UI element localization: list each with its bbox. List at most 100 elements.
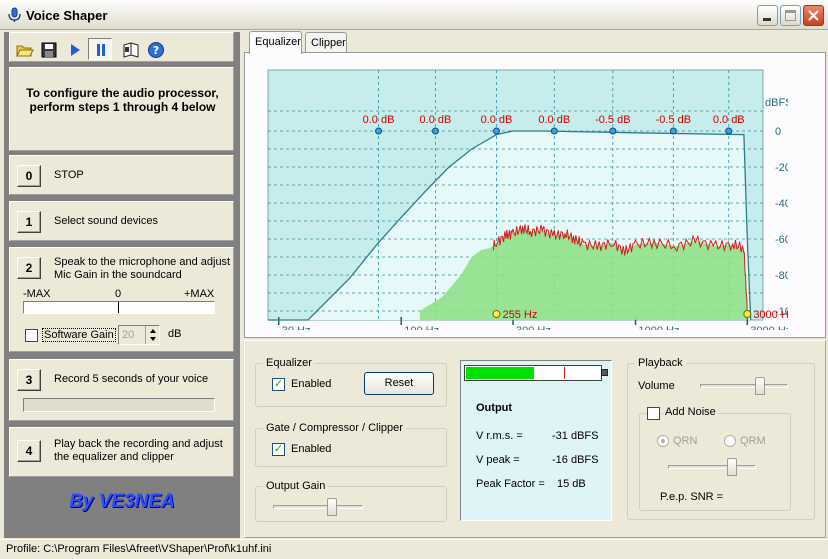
maximize-button[interactable] bbox=[780, 5, 801, 26]
book-icon[interactable] bbox=[122, 41, 140, 59]
left-panel: ? To configure the audio processor, perf… bbox=[4, 32, 240, 538]
software-gain-value: 20 bbox=[122, 329, 135, 341]
pause-button[interactable] bbox=[88, 38, 112, 60]
equalizer-group: Equalizer ✓ Enabled Reset bbox=[255, 357, 447, 407]
gate-group-title: Gate / Compressor / Clipper bbox=[263, 422, 406, 434]
output-level-meter bbox=[464, 365, 602, 381]
toolbar: ? bbox=[9, 32, 234, 62]
step-4-panel: 4 Play back the recording and adjust the… bbox=[9, 427, 234, 477]
step-2-label: Speak to the microphone and adjust Mic G… bbox=[54, 256, 231, 281]
x-tick-label: 3000 Hz bbox=[750, 325, 788, 330]
step-3-panel: 3 Record 5 seconds of your voice bbox=[9, 359, 234, 421]
select-devices-button[interactable]: 1 bbox=[17, 211, 41, 233]
output-level-fill bbox=[466, 367, 534, 379]
x-tick-label: 30 Hz bbox=[282, 325, 311, 330]
qrm-label: QRM bbox=[740, 435, 766, 447]
noise-level-slider[interactable] bbox=[727, 458, 737, 476]
gate-enabled-checkbox[interactable]: ✓ bbox=[272, 443, 285, 456]
bottom-panel: Equalizer ✓ Enabled Reset Gate / Compres… bbox=[244, 340, 826, 538]
window-title: Voice Shaper bbox=[26, 8, 108, 23]
save-disk-icon[interactable] bbox=[40, 41, 58, 59]
profile-path: Profile: C:\Program Files\Afreet\VShaper… bbox=[6, 543, 272, 555]
output-peak-marker bbox=[564, 367, 565, 379]
peak-factor-value: 15 dB bbox=[557, 478, 586, 490]
volume-track[interactable] bbox=[700, 384, 788, 388]
svg-text:?: ? bbox=[153, 44, 159, 57]
vpeak-label: V peak = bbox=[476, 454, 520, 466]
title-bar[interactable]: Voice Shaper bbox=[0, 0, 828, 30]
software-gain-checkbox[interactable] bbox=[25, 329, 38, 342]
close-button[interactable] bbox=[803, 5, 824, 26]
record-progress-bar bbox=[23, 398, 215, 412]
meter-options-icon[interactable] bbox=[601, 369, 608, 376]
tab-area: Equalizer Clipper dBFS0-20-40-60-80-1003… bbox=[244, 31, 826, 338]
minimize-button[interactable] bbox=[757, 5, 778, 26]
mic-gain-button[interactable]: 2 bbox=[17, 257, 41, 279]
tab-equalizer[interactable]: Equalizer bbox=[249, 31, 302, 54]
pause-icon bbox=[97, 44, 105, 56]
band-gain-label: 0.0 dB bbox=[538, 114, 570, 126]
volume-label: Volume bbox=[638, 380, 675, 392]
step-1-label: Select sound devices bbox=[54, 215, 158, 227]
spinner-arrows[interactable] bbox=[145, 326, 159, 344]
equalizer-tab-page: dBFS0-20-40-60-80-10030 Hz100 Hz300 Hz10… bbox=[244, 52, 826, 338]
playback-title: Playback bbox=[635, 357, 686, 369]
equalizer-enabled-label: Enabled bbox=[291, 378, 332, 390]
step-0-panel: 0 STOP bbox=[9, 155, 234, 195]
output-gain-track[interactable] bbox=[273, 505, 363, 509]
band-gain-label: 0.0 dB bbox=[713, 114, 745, 126]
band-gain-label: 0.0 dB bbox=[420, 114, 452, 126]
band-gain-label: -0.5 dB bbox=[656, 114, 691, 126]
filter-high-label: 3000 Hz bbox=[753, 309, 788, 321]
band-handle bbox=[669, 127, 677, 135]
meter-min-label: -MAX bbox=[23, 288, 51, 300]
band-handle bbox=[550, 127, 558, 135]
vrms-label: V r.m.s. = bbox=[476, 430, 523, 442]
software-gain-spinner[interactable]: 20 bbox=[118, 325, 160, 345]
add-noise-group: Add Noise QRN QRM P.e.p. SNR = bbox=[639, 406, 791, 511]
qrn-radio[interactable] bbox=[657, 435, 669, 447]
spinner-arrows-icon bbox=[150, 329, 156, 341]
reset-button[interactable]: Reset bbox=[364, 372, 434, 395]
equalizer-chart[interactable]: dBFS0-20-40-60-80-10030 Hz100 Hz300 Hz10… bbox=[258, 62, 788, 330]
output-panel: Output V r.m.s. = -31 dBFS V peak = -16 … bbox=[460, 360, 612, 521]
y-unit-label: dBFS bbox=[765, 97, 788, 109]
meter-max-label: +MAX bbox=[184, 288, 215, 300]
step-1-panel: 1 Select sound devices bbox=[9, 201, 234, 241]
peak-factor-label: Peak Factor = bbox=[476, 478, 545, 490]
equalizer-enabled-checkbox[interactable]: ✓ bbox=[272, 378, 285, 391]
mic-level-meter bbox=[23, 301, 215, 314]
tab-clipper[interactable]: Clipper bbox=[305, 32, 347, 53]
band-gain-label: -0.5 dB bbox=[595, 114, 630, 126]
play-icon[interactable] bbox=[66, 41, 84, 59]
band-handle bbox=[375, 127, 383, 135]
instructions-panel: To configure the audio processor, perfor… bbox=[9, 67, 234, 151]
y-tick-label: 0 bbox=[775, 126, 781, 138]
help-icon[interactable]: ? bbox=[147, 41, 165, 59]
filter-low-label: 255 Hz bbox=[502, 309, 537, 321]
output-title: Output bbox=[476, 402, 513, 414]
snr-label: P.e.p. SNR = bbox=[660, 491, 724, 503]
output-gain-slider[interactable] bbox=[327, 498, 337, 516]
meter-mid-label: 0 bbox=[115, 288, 122, 300]
volume-slider[interactable] bbox=[755, 377, 765, 395]
qrm-radio[interactable] bbox=[724, 435, 736, 447]
software-gain-label: Software Gain bbox=[42, 328, 116, 342]
playback-button[interactable]: 4 bbox=[17, 440, 41, 462]
band-gain-label: 0.0 dB bbox=[363, 114, 395, 126]
equalizer-group-title: Equalizer bbox=[263, 357, 315, 369]
add-noise-checkbox[interactable] bbox=[647, 407, 660, 420]
open-folder-icon[interactable] bbox=[16, 41, 34, 59]
add-noise-label: Add Noise bbox=[663, 406, 718, 418]
instructions-text: To configure the audio processor, perfor… bbox=[26, 86, 219, 114]
filter-low-marker bbox=[492, 310, 501, 318]
gate-group: Gate / Compressor / Clipper ✓ Enabled bbox=[255, 422, 447, 467]
vpeak-value: -16 dBFS bbox=[552, 454, 599, 466]
status-bar: Profile: C:\Program Files\Afreet\VShaper… bbox=[0, 539, 828, 559]
noise-level-track[interactable] bbox=[668, 465, 756, 469]
stop-button[interactable]: 0 bbox=[17, 165, 41, 187]
band-gain-label: 0.0 dB bbox=[481, 114, 513, 126]
software-gain-unit: dB bbox=[168, 328, 182, 340]
record-button[interactable]: 3 bbox=[17, 369, 41, 391]
band-handle bbox=[609, 127, 617, 135]
